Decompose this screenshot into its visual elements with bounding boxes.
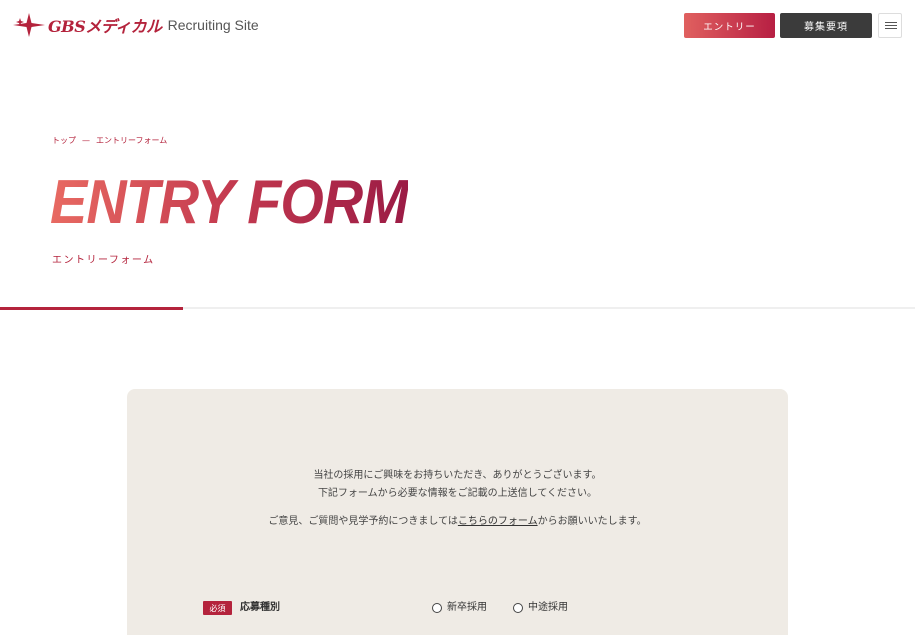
radio-circle-icon[interactable] <box>432 603 442 613</box>
breadcrumb-separator: — <box>82 136 90 145</box>
intro-line-1: 当社の採用にご興味をお持ちいただき、ありがとうございます。 <box>313 470 602 481</box>
logo-star-icon <box>13 13 45 37</box>
section-progress-bar <box>0 307 915 310</box>
entry-form-card: 当社の採用にご興味をお持ちいただき、ありがとうございます。 下記フォームから必要… <box>127 389 788 635</box>
intro-line-3-before: ご意見、ご質問や見学予約につきましては <box>268 516 458 527</box>
intro-line-2: 下記フォームから必要な情報をご記載の上送信してください。 <box>317 488 598 499</box>
breadcrumb-home-link[interactable]: トップ <box>52 135 76 146</box>
radio-mid-career[interactable]: 中途採用 <box>513 601 568 615</box>
required-badge: 必須 <box>203 601 232 615</box>
radio-new-graduate-label: 新卒採用 <box>447 602 487 613</box>
radio-mid-career-label: 中途採用 <box>528 602 568 613</box>
hamburger-line-icon <box>885 25 897 26</box>
application-type-label: 応募種別 <box>240 602 280 613</box>
breadcrumb-current: エントリーフォーム <box>96 136 168 145</box>
page-title: ENTRY FORM <box>50 168 409 237</box>
breadcrumb: トップ — エントリーフォーム <box>52 135 167 146</box>
page-subtitle: エントリーフォーム <box>52 255 155 266</box>
intro-line-3-after: からお願いいたします。 <box>537 516 647 527</box>
logo-brand: GBSメディカル <box>48 17 162 36</box>
intro-line-3: ご意見、ご質問や見学予約につきましてはこちらのフォームからお願いいたします。 <box>127 513 788 531</box>
hamburger-line-icon <box>885 28 897 29</box>
entry-button[interactable]: エントリー <box>684 13 775 38</box>
radio-new-graduate[interactable]: 新卒採用 <box>432 601 487 615</box>
radio-circle-icon[interactable] <box>513 603 523 613</box>
site-header: GBSメディカル Recruiting Site エントリー 募集要項 <box>0 0 915 52</box>
contact-form-link[interactable]: こちらのフォーム <box>458 516 538 527</box>
hamburger-menu-button[interactable] <box>878 13 902 38</box>
application-type-field: 必須 応募種別 新卒採用 中途採用 <box>203 601 763 617</box>
section-progress-fill <box>0 307 183 310</box>
form-intro: 当社の採用にご興味をお持ちいただき、ありがとうございます。 下記フォームから必要… <box>127 467 788 531</box>
site-logo[interactable]: GBSメディカル Recruiting Site <box>12 11 259 39</box>
logo-subtitle: Recruiting Site <box>167 17 259 33</box>
recruitment-info-button[interactable]: 募集要項 <box>780 13 872 38</box>
hamburger-line-icon <box>885 22 897 23</box>
